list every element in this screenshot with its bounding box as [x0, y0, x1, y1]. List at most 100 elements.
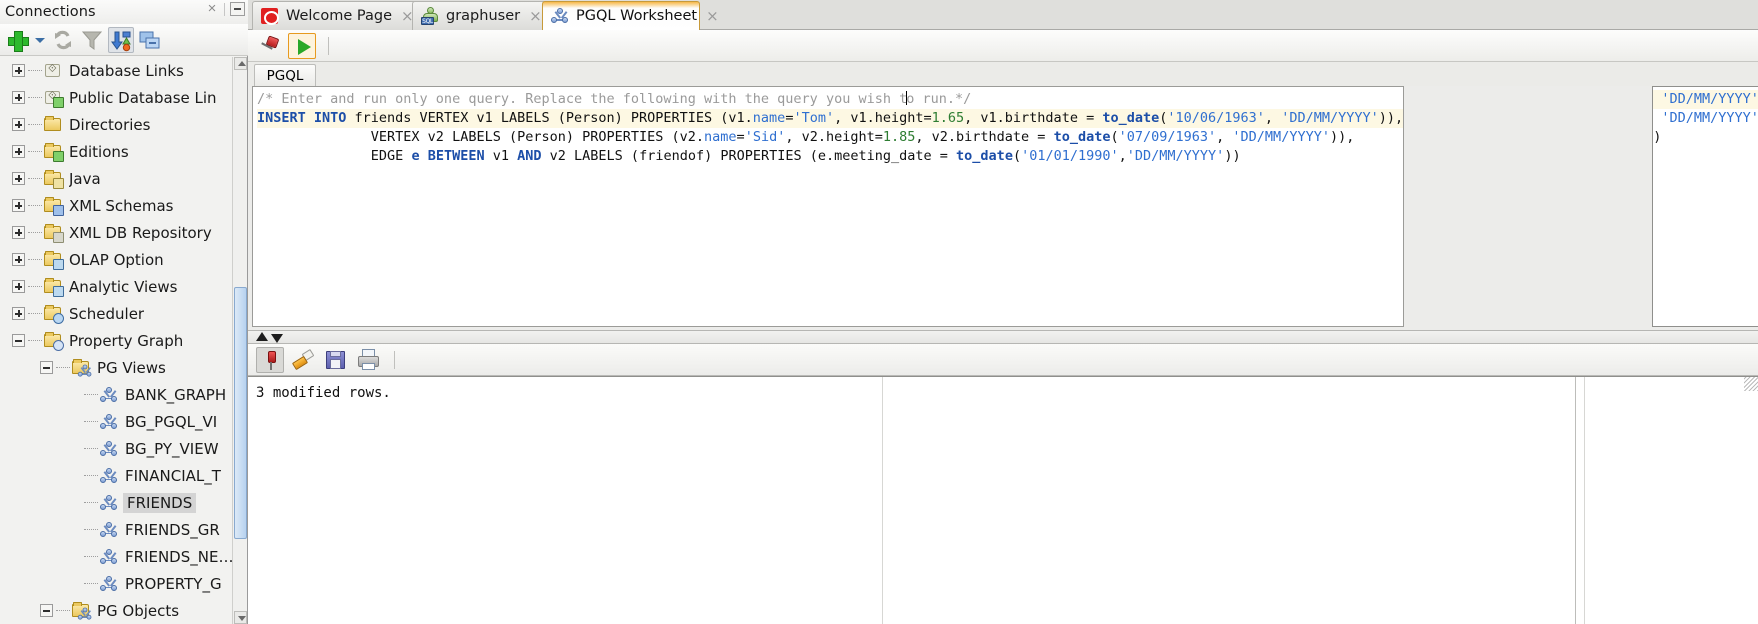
- code-token: e: [411, 148, 420, 164]
- code-token: 'Tom': [793, 110, 835, 126]
- tab-pgql[interactable]: PGQL: [254, 64, 316, 86]
- code-line: 'DD/MM/YYYY')),: [1653, 109, 1758, 128]
- connections-scrollbar[interactable]: [232, 57, 247, 624]
- scroll-down-icon[interactable]: [234, 611, 247, 624]
- tree-expander-collapsed[interactable]: [12, 145, 25, 158]
- tree-expander-collapsed[interactable]: [12, 64, 25, 77]
- tree-item-pg-views[interactable]: PG Views: [0, 354, 232, 381]
- editor-results-splitter[interactable]: [248, 330, 1758, 344]
- tree-item-bank-graph[interactable]: BANK_GRAPH: [0, 381, 232, 408]
- tree-item-java[interactable]: Java: [0, 165, 232, 192]
- scroll-up-icon[interactable]: [234, 57, 247, 70]
- tree-item-scheduler[interactable]: Scheduler: [0, 300, 232, 327]
- tree-item-olap-option[interactable]: OLAP Option: [0, 246, 232, 273]
- tree-expander-expanded[interactable]: [40, 361, 53, 374]
- sort-icon[interactable]: [108, 26, 134, 53]
- resize-grip-icon[interactable]: [1744, 377, 1758, 391]
- tree-item-editions[interactable]: Editions: [0, 138, 232, 165]
- tree-item-label: BG_PGQL_VI: [125, 412, 218, 431]
- save-icon[interactable]: [322, 347, 350, 373]
- tree-item-label: FRIENDS_GR: [125, 520, 220, 539]
- link-public-icon: [43, 89, 64, 108]
- tree-item-label: Java: [69, 169, 101, 188]
- tree-expander-expanded[interactable]: [40, 604, 53, 617]
- tree-item-label: PROPERTY_G: [125, 574, 222, 593]
- tree-guide: [28, 340, 42, 341]
- close-icon[interactable]: ×: [205, 1, 219, 16]
- tree-expander-expanded[interactable]: [12, 334, 25, 347]
- tree-item-xml-db-repository[interactable]: XML DB Repository: [0, 219, 232, 246]
- tree-item-bg-py-view[interactable]: BG_PY_VIEW: [0, 435, 232, 462]
- olap-icon: [43, 277, 64, 297]
- tree-item-friends-ne[interactable]: FRIENDS_NE…: [0, 543, 232, 570]
- worksheet-toolbar: [248, 30, 1758, 62]
- tree-expander-collapsed[interactable]: [12, 307, 25, 320]
- close-icon[interactable]: ×: [529, 7, 542, 25]
- tree-item-label: PG Views: [97, 358, 166, 377]
- code-token: v1: [484, 148, 518, 164]
- tree-item-friends[interactable]: FRIENDS: [0, 489, 232, 516]
- connections-panel-header: Connections ×: [0, 0, 248, 24]
- code-token: friends VERTEX v1 LABELS (Person) PROPER…: [346, 110, 753, 126]
- page-title: Connections: [5, 4, 96, 20]
- chevron-up-icon[interactable]: [256, 332, 268, 341]
- tree-item-pg-objects[interactable]: PG Objects: [0, 597, 232, 624]
- tab-pgql-worksheet[interactable]: PGQL Worksheet ×: [542, 1, 719, 30]
- close-icon[interactable]: ×: [706, 7, 719, 25]
- tree-expander-collapsed[interactable]: [12, 226, 25, 239]
- tree-item-directories[interactable]: Directories: [0, 111, 232, 138]
- tree-guide: [28, 313, 42, 314]
- code-token: 'DD/MM/YYYY': [1126, 148, 1225, 164]
- code-line: INSERT INTO friends VERTEX v1 LABELS (Pe…: [257, 109, 1403, 128]
- code-token: ,: [1118, 148, 1127, 164]
- clear-icon[interactable]: [289, 347, 317, 373]
- pgql-code-editor[interactable]: /* Enter and run only one query. Replace…: [252, 86, 1404, 327]
- tree-expander-collapsed[interactable]: [12, 280, 25, 293]
- copy-icon[interactable]: [137, 27, 163, 53]
- tree-item-xml-schemas[interactable]: XML Schemas: [0, 192, 232, 219]
- tree-item-property-g[interactable]: PROPERTY_G: [0, 570, 232, 597]
- splitter-arrows[interactable]: [256, 332, 283, 343]
- tree-item-public-database-lin[interactable]: Public Database Lin: [0, 84, 232, 111]
- freeze-pin-icon[interactable]: [258, 34, 282, 58]
- print-icon[interactable]: [355, 347, 383, 373]
- code-token: /* Enter and run only one query. Replace…: [257, 91, 908, 107]
- code-overflow-panel[interactable]: 'DD/MM/YYYY')), 'DD/MM/YYYY')),')): [1652, 86, 1758, 327]
- code-token: =: [736, 129, 745, 145]
- tree-item-property-graph[interactable]: Property Graph: [0, 327, 232, 354]
- tree-item-bg-pgql-vi[interactable]: BG_PGQL_VI: [0, 408, 232, 435]
- tree-expander-collapsed[interactable]: [12, 172, 25, 185]
- new-connection-icon[interactable]: [4, 27, 30, 53]
- tree-item-financial-t[interactable]: FINANCIAL_T: [0, 462, 232, 489]
- code-token: 1.65: [931, 110, 965, 126]
- pin-icon[interactable]: [256, 346, 284, 373]
- scrollbar-thumb[interactable]: [234, 287, 247, 539]
- tree-expander-collapsed[interactable]: [12, 253, 25, 266]
- code-token: , v1.birthdate =: [964, 110, 1103, 126]
- minimize-icon[interactable]: [230, 2, 245, 16]
- connections-tree[interactable]: Database Links Public Database Lin Directo…: [0, 57, 232, 624]
- dropdown-caret-icon[interactable]: [33, 27, 47, 53]
- graph-icon: [99, 467, 119, 485]
- tab-graphuser[interactable]: SQL graphuser ×: [412, 1, 550, 30]
- run-query-button[interactable]: [288, 32, 316, 59]
- tree-expander-collapsed[interactable]: [12, 118, 25, 131]
- refresh-icon[interactable]: [50, 27, 76, 53]
- graph-icon: [99, 575, 119, 593]
- tree-item-database-links[interactable]: Database Links: [0, 57, 232, 84]
- tab-welcome-page[interactable]: Welcome Page ×: [252, 1, 420, 30]
- tree-item-analytic-views[interactable]: Analytic Views: [0, 273, 232, 300]
- tree-guide: [84, 421, 98, 422]
- tree-item-label: Editions: [69, 142, 129, 161]
- results-output-pane[interactable]: 3 modified rows.: [248, 376, 1758, 624]
- code-token: VERTEX v2 LABELS (Person) PROPERTIES (v2…: [257, 129, 705, 145]
- tree-expander-collapsed[interactable]: [12, 199, 25, 212]
- main-area: Welcome Page × SQL graphuser × PGQL Worksheet…: [248, 0, 1758, 624]
- filter-icon[interactable]: [79, 27, 105, 53]
- output-column-divider: [1584, 377, 1585, 624]
- tree-item-friends-gr[interactable]: FRIENDS_GR: [0, 516, 232, 543]
- tree-expander-collapsed[interactable]: [12, 91, 25, 104]
- chevron-down-icon[interactable]: [271, 334, 283, 343]
